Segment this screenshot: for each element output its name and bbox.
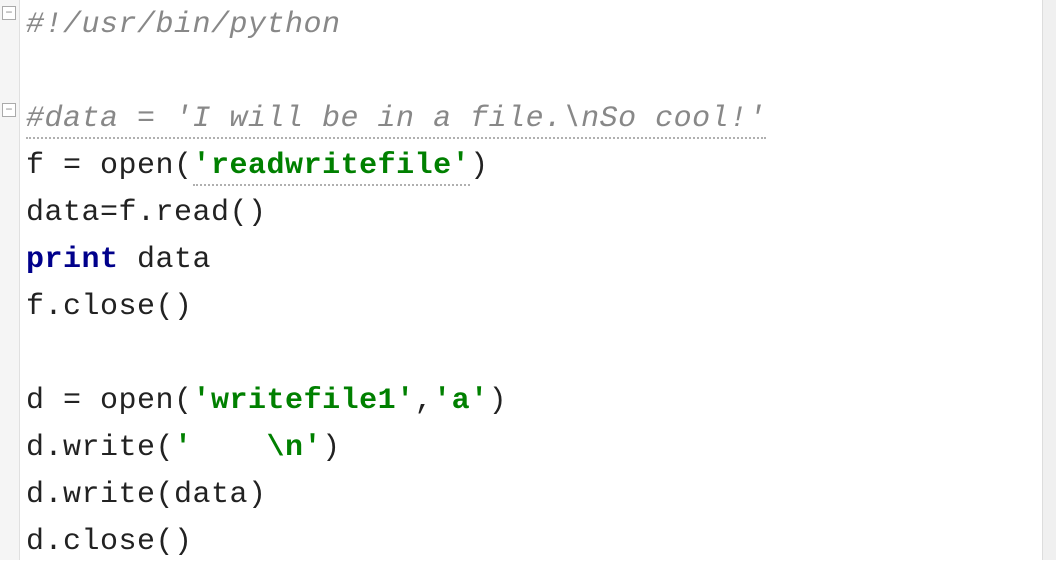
code-token: #data = 'I will be in a file.\nSo cool!' [26,102,766,139]
code-line[interactable] [26,49,1056,96]
code-token: d.write( [26,431,174,465]
fold-marker-icon[interactable]: − [2,103,16,117]
code-token: d.write(data) [26,478,267,512]
fold-marker-icon[interactable]: − [2,6,16,20]
vertical-scrollbar[interactable] [1042,0,1056,560]
code-line[interactable]: d.write(' \n') [26,425,1056,472]
code-token: f = [26,149,100,183]
code-token: ' \n' [174,431,322,465]
code-token: ( [174,384,193,418]
code-token: open [100,149,174,183]
code-line[interactable]: d.write(data) [26,472,1056,519]
code-token: , [415,384,434,418]
code-line[interactable]: f.close() [26,284,1056,331]
code-token: 'a' [433,384,489,418]
code-line[interactable]: d = open('writefile1','a') [26,378,1056,425]
code-token: 'readwritefile' [193,149,471,186]
code-token: d = [26,384,100,418]
code-token: f.close() [26,290,193,324]
code-line[interactable]: d.close() [26,519,1056,566]
code-token: ) [322,431,341,465]
code-token: ) [489,384,508,418]
code-line[interactable] [26,331,1056,378]
code-line[interactable]: data=f.read() [26,190,1056,237]
code-token: print [26,243,137,277]
code-line[interactable]: print data [26,237,1056,284]
code-token: data=f.read() [26,196,267,230]
code-line[interactable]: f = open('readwritefile') [26,143,1056,190]
code-token: d.close() [26,525,193,559]
code-token: ) [470,149,489,183]
code-line[interactable]: #data = 'I will be in a file.\nSo cool!' [26,96,1056,143]
code-token: 'writefile1' [193,384,415,418]
code-token: data [137,243,211,277]
code-line[interactable]: #!/usr/bin/python [26,2,1056,49]
editor-gutter: − − [0,0,20,560]
code-editor[interactable]: #!/usr/bin/python #data = 'I will be in … [26,0,1056,566]
code-token: ( [174,149,193,183]
code-token: open [100,384,174,418]
code-token: #!/usr/bin/python [26,8,341,42]
